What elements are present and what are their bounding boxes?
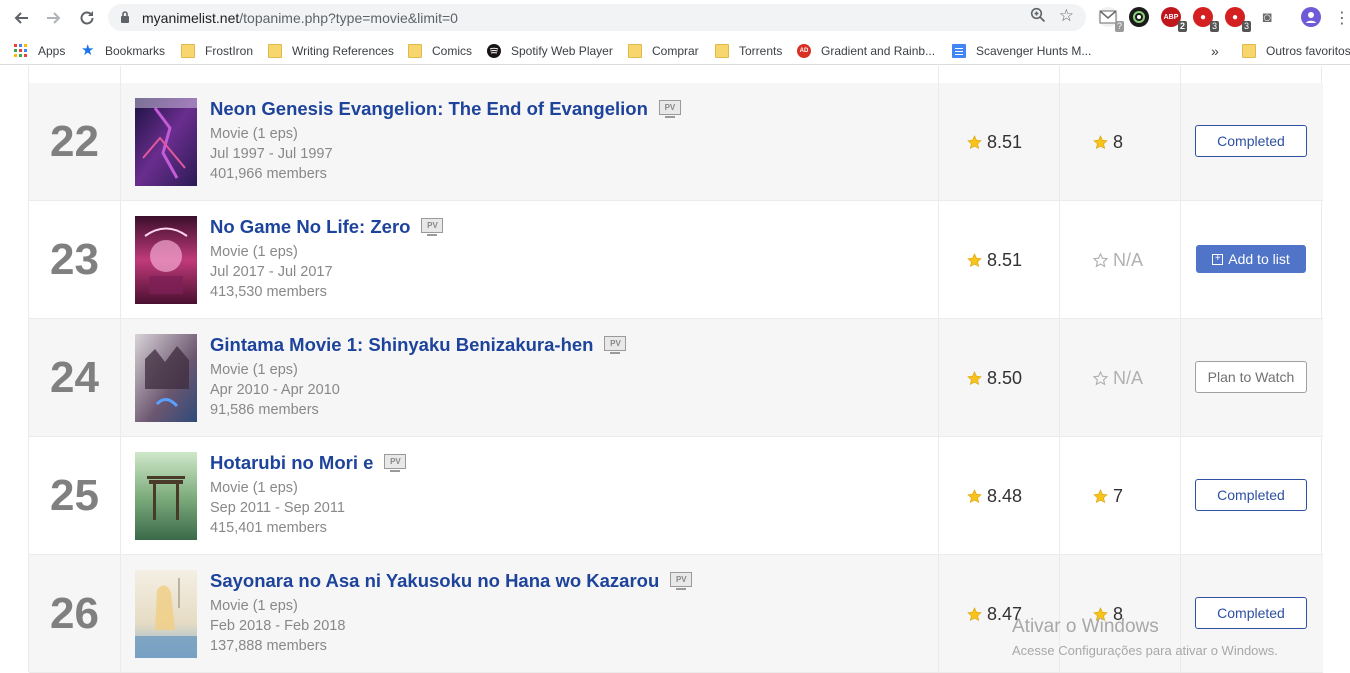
anime-title-link[interactable]: No Game No Life: Zero PV: [210, 216, 444, 238]
folder-icon: [628, 44, 642, 58]
my-score-cell[interactable]: N/A: [1093, 201, 1143, 319]
pv-trailer-icon[interactable]: PV: [384, 454, 407, 472]
star-outline-icon: [1093, 370, 1108, 385]
browser-toolbar: myanimelist.net/topanime.php?type=movie&…: [0, 0, 1350, 36]
star-icon: [1093, 606, 1108, 621]
adblock-icon[interactable]: ABP 2: [1161, 7, 1187, 32]
folder-icon: [715, 44, 729, 58]
bookmark-apps[interactable]: Apps: [14, 41, 65, 61]
my-score-cell[interactable]: 8: [1093, 555, 1123, 673]
top-anime-table: 22 Neon Genesis Evangelion: The End of E…: [28, 66, 1323, 673]
anime-info: Movie (1 eps) Jul 1997 - Jul 1997 401,96…: [210, 126, 333, 182]
status-completed-button[interactable]: Completed: [1195, 479, 1307, 511]
ranking-row: 22 Neon Genesis Evangelion: The End of E…: [29, 83, 1323, 201]
score-cell: 8.51: [967, 201, 1022, 319]
gmail-ext-icon[interactable]: ?: [1098, 7, 1124, 32]
star-outline-icon: [1093, 252, 1108, 267]
pv-trailer-icon[interactable]: PV: [421, 218, 444, 236]
kebab-menu-icon[interactable]: ⋮: [1330, 6, 1350, 30]
blue-star-icon: ★: [81, 42, 95, 59]
red-extension-icon[interactable]: ● 3: [1193, 7, 1219, 32]
score-cell: 8.51: [967, 83, 1022, 201]
bookmarks-bar: Apps ★ Bookmarks FrostIron Writing Refer…: [0, 36, 1350, 65]
folder-icon: [181, 44, 195, 58]
profile-avatar-icon[interactable]: [1301, 7, 1321, 27]
star-icon: [967, 134, 982, 149]
zoom-icon[interactable]: [1030, 7, 1046, 28]
score-cell: 8.48: [967, 437, 1022, 555]
bookmark-star-icon[interactable]: ☆: [1059, 6, 1074, 26]
url-text: myanimelist.net/topanime.php?type=movie&…: [142, 10, 458, 26]
pv-trailer-icon[interactable]: PV: [604, 336, 627, 354]
folder-icon: [408, 44, 422, 58]
bookmark-gradient[interactable]: AD Gradient and Rainb...: [797, 41, 935, 61]
star-icon: [967, 606, 982, 621]
plus-icon: +: [1212, 253, 1224, 265]
anime-title-link[interactable]: Neon Genesis Evangelion: The End of Evan…: [210, 98, 681, 120]
ranking-row: 23 No Game No Life: Zero PV Movie (1 eps…: [29, 201, 1323, 319]
folder-icon: [1242, 44, 1256, 58]
folder-icon: [268, 44, 282, 58]
reload-icon[interactable]: [75, 6, 99, 30]
page-content: 22 Neon Genesis Evangelion: The End of E…: [0, 66, 1350, 673]
back-arrow-icon[interactable]: [9, 6, 33, 30]
anime-title-link[interactable]: Hotarubi no Mori e PV: [210, 452, 407, 474]
anime-title-link[interactable]: Gintama Movie 1: Shinyaku Benizakura-hen…: [210, 334, 627, 356]
forward-arrow-icon[interactable]: [42, 6, 66, 30]
star-icon: [967, 488, 982, 503]
ranking-row: 24 Gintama Movie 1: Shinyaku Benizakura-…: [29, 319, 1323, 437]
bookmarks-overflow-chevron[interactable]: »: [1211, 41, 1219, 61]
ad-site-icon: AD: [797, 44, 811, 58]
camera-icon[interactable]: ◙: [1257, 7, 1277, 27]
spotify-icon: [487, 44, 501, 58]
ranking-row: 26 Sayonara no Asa ni Yakusoku no Hana w…: [29, 555, 1323, 673]
bookmark-bookmarks[interactable]: ★ Bookmarks: [81, 41, 165, 61]
my-score-cell[interactable]: 7: [1093, 437, 1123, 555]
rank-number: 22: [50, 117, 99, 166]
pv-trailer-icon[interactable]: PV: [670, 572, 693, 590]
bookmark-scavenger[interactable]: Scavenger Hunts M...: [952, 41, 1091, 61]
rank-number: 25: [50, 471, 99, 520]
rank-number: 24: [50, 353, 99, 402]
star-icon: [1093, 134, 1108, 149]
score-cell: 8.47: [967, 555, 1022, 673]
rank-number: 26: [50, 589, 99, 638]
bookmark-folder[interactable]: Comics: [408, 41, 472, 61]
bookmark-folder[interactable]: FrostIron: [181, 41, 253, 61]
status-completed-button[interactable]: Completed: [1195, 125, 1307, 157]
anime-thumbnail[interactable]: [135, 98, 197, 186]
apps-grid-icon: [14, 44, 28, 58]
status-completed-button[interactable]: Completed: [1195, 597, 1307, 629]
anime-info: Movie (1 eps) Apr 2010 - Apr 2010 91,586…: [210, 362, 340, 418]
star-icon: [1093, 488, 1108, 503]
add-to-list-button[interactable]: + Add to list: [1196, 245, 1306, 273]
my-score-cell[interactable]: N/A: [1093, 319, 1143, 437]
rank-number: 23: [50, 235, 99, 284]
star-icon: [967, 370, 982, 385]
bookmark-folder[interactable]: Torrents: [715, 41, 782, 61]
bookmark-folder[interactable]: Writing References: [268, 41, 394, 61]
anime-title-link[interactable]: Sayonara no Asa ni Yakusoku no Hana wo K…: [210, 570, 693, 592]
anime-info: Movie (1 eps) Sep 2011 - Sep 2011 415,40…: [210, 480, 345, 536]
anime-thumbnail[interactable]: [135, 216, 197, 304]
status-plan-to-watch-button[interactable]: Plan to Watch: [1195, 361, 1307, 393]
star-icon: [967, 252, 982, 267]
bookmark-spotify[interactable]: Spotify Web Player: [487, 41, 613, 61]
dark-reader-icon[interactable]: [1129, 7, 1149, 27]
address-bar[interactable]: myanimelist.net/topanime.php?type=movie&…: [108, 4, 1086, 31]
pv-trailer-icon[interactable]: PV: [658, 100, 681, 118]
lock-icon: [121, 11, 129, 23]
anime-info: Movie (1 eps) Jul 2017 - Jul 2017 413,53…: [210, 244, 333, 300]
red-extension-icon[interactable]: ● 3: [1225, 7, 1251, 32]
anime-thumbnail[interactable]: [135, 570, 197, 658]
ranking-row: 25 Hotarubi no Mori e PV Movie (1 eps) S…: [29, 437, 1323, 555]
my-score-cell[interactable]: 8: [1093, 83, 1123, 201]
bookmark-other-favorites[interactable]: Outros favoritos: [1242, 41, 1350, 61]
anime-info: Movie (1 eps) Feb 2018 - Feb 2018 137,88…: [210, 598, 346, 654]
bookmark-folder[interactable]: Comprar: [628, 41, 699, 61]
score-cell: 8.50: [967, 319, 1022, 437]
anime-thumbnail[interactable]: [135, 452, 197, 540]
anime-thumbnail[interactable]: [135, 334, 197, 422]
docs-icon: [952, 44, 966, 58]
